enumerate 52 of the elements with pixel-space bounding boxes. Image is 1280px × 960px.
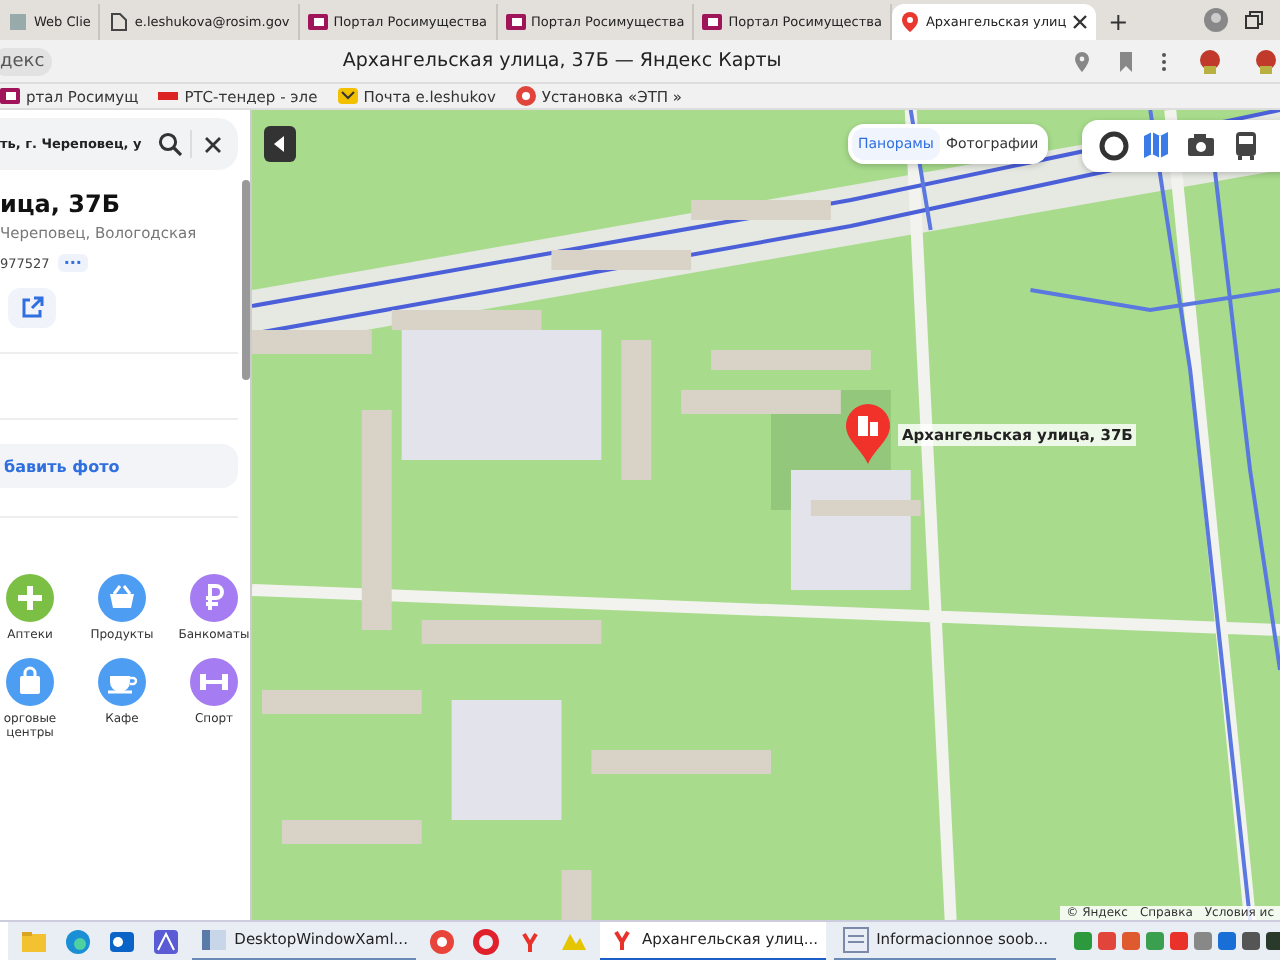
triangle-icon [274, 136, 286, 152]
place-title: ица, 37Б [0, 190, 122, 218]
bus-icon [1230, 130, 1262, 162]
square-icon [1096, 930, 1118, 952]
layer-button[interactable] [1098, 130, 1130, 162]
collapse-panel-button[interactable] [264, 126, 296, 162]
bag-icon [6, 658, 54, 707]
square-icon [0, 86, 20, 106]
square-icon [1144, 930, 1166, 952]
document-icon [108, 12, 129, 32]
ring-icon [1098, 130, 1130, 162]
map-pin-icon [899, 12, 920, 32]
close-icon [204, 135, 222, 153]
close-button[interactable] [200, 131, 226, 157]
app-icon[interactable] [152, 927, 181, 955]
basket-icon [98, 574, 146, 622]
map-pin-icon [846, 404, 890, 464]
layer-button[interactable] [1230, 130, 1262, 162]
envelope-icon [337, 86, 358, 106]
bookmark-icon [1116, 51, 1136, 71]
square-icon [1072, 930, 1094, 952]
plus-icon [6, 574, 54, 622]
external-link-icon [20, 296, 44, 320]
mail-icon[interactable] [108, 927, 137, 955]
page-title: Архангельская улица, 37Б — Яндекс Карты [340, 50, 784, 72]
extension-icon [1252, 47, 1280, 75]
ring-icon[interactable] [471, 927, 500, 955]
layer-button[interactable] [1186, 130, 1218, 162]
scrollbar-thumb[interactable] [242, 180, 250, 380]
logo-icon [158, 86, 179, 106]
ruble-icon [190, 574, 238, 622]
profile-icon [1204, 8, 1228, 32]
square-icon [307, 12, 328, 32]
more-icon [1160, 51, 1168, 71]
page-icon [8, 12, 28, 32]
close-icon [1072, 14, 1089, 30]
new-tab-button[interactable]: + [1096, 4, 1141, 40]
add-photo-button[interactable]: бавить фото [0, 444, 238, 488]
cup-icon [98, 658, 146, 707]
dumbbell-icon [190, 658, 238, 707]
location-pin-icon [1072, 51, 1092, 71]
browser-icon[interactable] [64, 927, 93, 955]
more-button[interactable]: ··· [57, 254, 88, 272]
share-button[interactable] [8, 288, 56, 328]
extension-icon [1196, 47, 1224, 75]
address-prefix[interactable]: декс [0, 47, 53, 75]
square-icon [505, 12, 526, 32]
square-icon [702, 12, 723, 32]
camera-icon [1186, 130, 1218, 162]
search-icon [158, 132, 182, 156]
taskbar-search-field[interactable] [0, 922, 9, 960]
book-map-icon [1142, 130, 1174, 162]
